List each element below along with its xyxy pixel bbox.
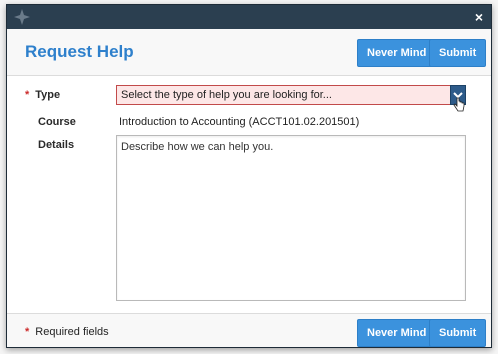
- type-label-text: Type: [35, 89, 61, 101]
- details-placeholder: Describe how we can help you.: [121, 141, 274, 153]
- course-value: Introduction to Accounting (ACCT101.02.2…: [119, 116, 360, 128]
- details-textarea[interactable]: Describe how we can help you.: [116, 135, 466, 301]
- required-marker: *: [25, 89, 30, 101]
- dialog-title: Request Help: [25, 42, 134, 61]
- required-marker-footer: *: [25, 326, 30, 338]
- never-mind-button-bottom[interactable]: Never Mind: [357, 319, 437, 347]
- submit-button-top[interactable]: Submit: [429, 39, 487, 67]
- type-select-value: Select the type of help you are looking …: [121, 89, 332, 101]
- window-titlebar: ×: [7, 5, 491, 29]
- required-fields-text: Required fields: [35, 326, 109, 338]
- request-help-dialog: × Request Help Never Mind Submit * Type S…: [6, 4, 492, 348]
- details-label: Details: [38, 139, 75, 151]
- type-select[interactable]: Select the type of help you are looking …: [116, 85, 466, 105]
- brand-logo-icon: [14, 9, 30, 25]
- never-mind-button-top[interactable]: Never Mind: [357, 39, 437, 67]
- type-label: * Type: [25, 89, 60, 101]
- submit-button-bottom[interactable]: Submit: [429, 319, 487, 347]
- close-button[interactable]: ×: [475, 8, 483, 26]
- course-label: Course: [38, 116, 76, 128]
- hand-cursor-icon: [453, 97, 465, 112]
- dialog-footer: * Required fields Never Mind Submit: [7, 313, 491, 347]
- dialog-header: Request Help Never Mind Submit: [7, 29, 491, 76]
- required-fields-note: * Required fields: [25, 326, 109, 338]
